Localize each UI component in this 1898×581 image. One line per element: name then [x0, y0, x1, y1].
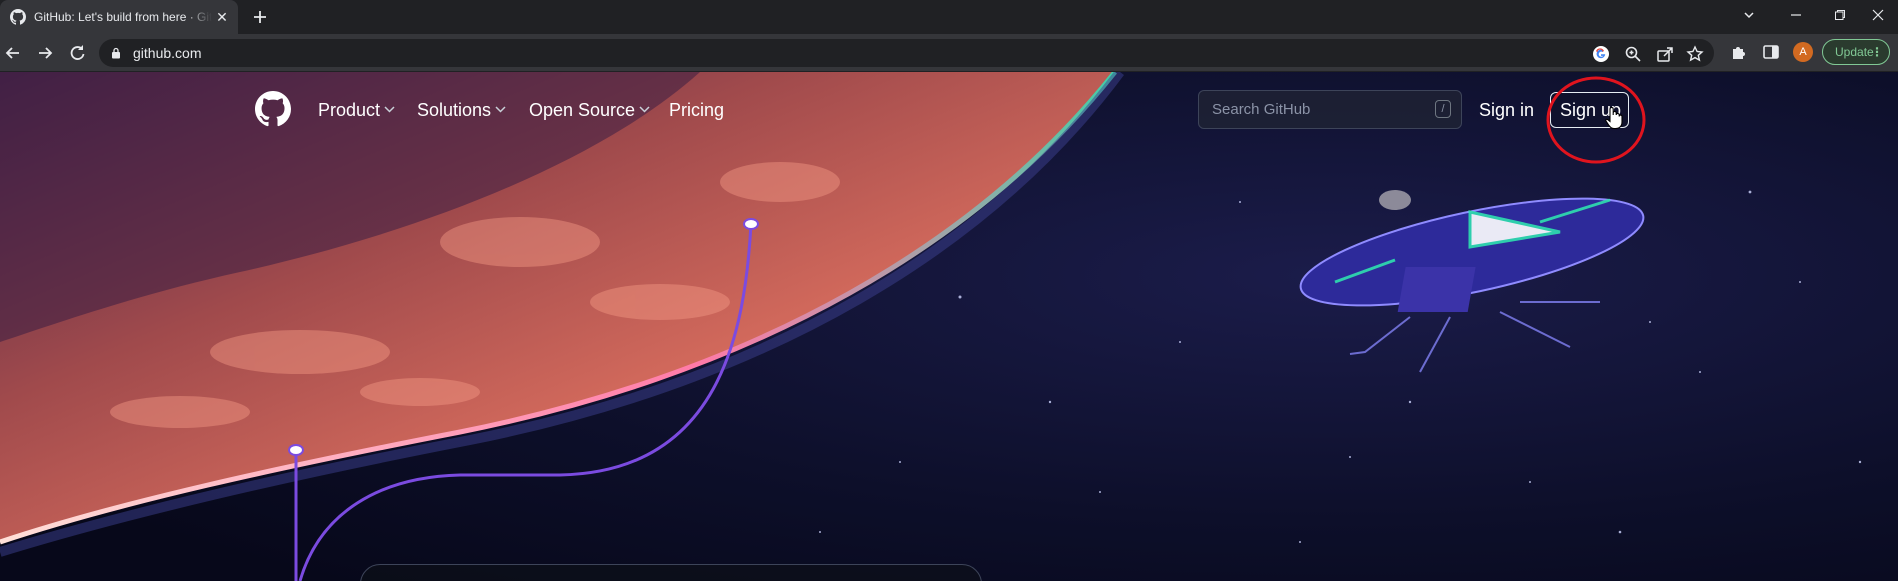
new-tab-plus-icon[interactable] — [250, 7, 270, 27]
tab-title: GitHub: Let's build from here · GitHub — [34, 10, 212, 24]
chevron-down-icon — [384, 106, 395, 113]
nav-open-source[interactable]: Open Source — [529, 100, 650, 120]
minimize-window-icon[interactable] — [1776, 0, 1816, 30]
nav-open-source-label: Open Source — [529, 100, 636, 120]
profile-avatar[interactable]: A — [1793, 42, 1813, 62]
reload-icon[interactable] — [66, 42, 88, 64]
search-shortcut-key: / — [1435, 100, 1451, 118]
update-label: Update — [1835, 45, 1874, 59]
chevron-down-icon — [639, 106, 650, 113]
bookmark-star-icon[interactable] — [1686, 45, 1704, 63]
share-icon[interactable] — [1656, 45, 1674, 63]
browser-tab-github[interactable]: GitHub: Let's build from here · GitHub ✕ — [0, 0, 238, 34]
google-g-icon[interactable] — [1592, 45, 1610, 63]
chevron-down-icon — [495, 106, 506, 113]
browser-tab-strip: GitHub: Let's build from here · GitHub ✕ — [0, 0, 1898, 34]
tab-close-icon[interactable]: ✕ — [214, 9, 230, 25]
nav-pricing[interactable]: Pricing — [669, 100, 724, 120]
hand-cursor-icon — [1605, 106, 1623, 130]
restore-window-icon[interactable] — [1820, 0, 1860, 30]
nav-solutions[interactable]: Solutions — [417, 100, 506, 120]
sign-in-link[interactable]: Sign in — [1479, 100, 1534, 120]
address-bar[interactable]: github.com — [99, 39, 1714, 67]
update-button[interactable]: Update ⋮ — [1822, 39, 1890, 65]
annotation-circle-highlight — [1546, 76, 1646, 164]
close-window-icon[interactable] — [1858, 0, 1898, 30]
github-homepage: Product Solutions Open Source Pricing Se… — [0, 72, 1898, 581]
browser-toolbar: github.com — [0, 34, 1898, 72]
extensions-puzzle-icon[interactable] — [1730, 43, 1748, 61]
browser-menu-icon[interactable]: ⋮ — [1871, 40, 1883, 64]
github-logo-icon[interactable] — [255, 91, 291, 127]
zoom-icon[interactable] — [1624, 45, 1642, 63]
nav-pricing-label: Pricing — [669, 100, 725, 120]
search-input[interactable]: Search GitHub / — [1198, 90, 1462, 129]
hero-cta-box — [360, 564, 982, 581]
nav-product[interactable]: Product — [318, 100, 395, 120]
nav-product-label: Product — [318, 100, 381, 120]
side-panel-icon[interactable] — [1762, 43, 1780, 61]
tab-search-chevron-icon[interactable] — [1729, 0, 1769, 30]
back-arrow-icon[interactable] — [2, 42, 24, 64]
github-favicon-icon — [10, 9, 26, 25]
url-text[interactable]: github.com — [133, 39, 201, 67]
search-placeholder: Search GitHub — [1212, 101, 1311, 118]
forward-arrow-icon[interactable] — [34, 42, 56, 64]
nav-solutions-label: Solutions — [417, 100, 492, 120]
lock-icon[interactable] — [111, 47, 121, 59]
